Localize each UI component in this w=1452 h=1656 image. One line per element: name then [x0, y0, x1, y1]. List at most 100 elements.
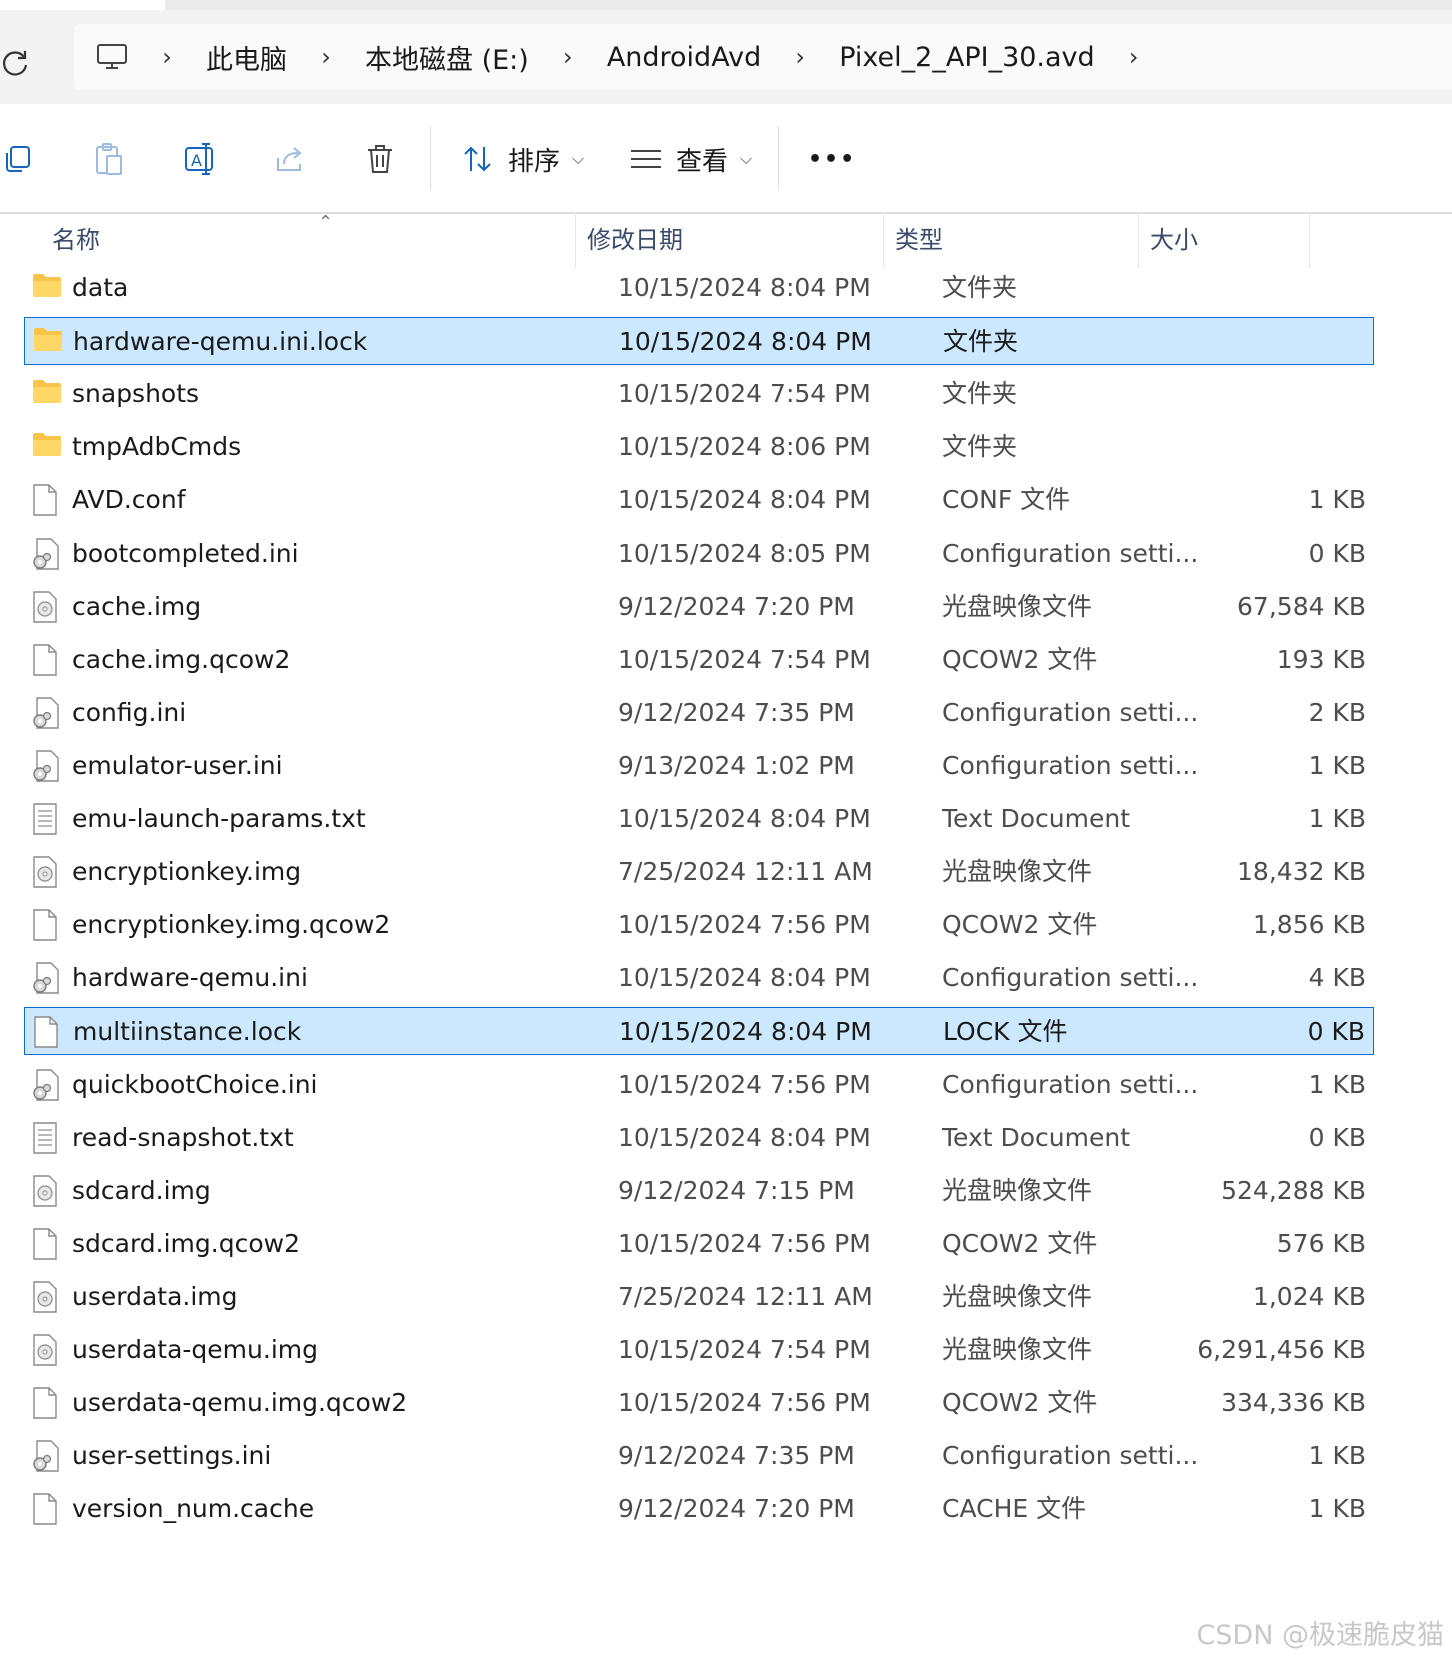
more-options-button[interactable]: •••: [808, 134, 856, 184]
file-row[interactable]: sdcard.img 9/12/2024 7:15 PM 光盘映像文件 524,288…: [24, 1167, 1374, 1215]
breadcrumb-item[interactable]: 本地磁盘 (E:): [365, 38, 529, 77]
file-row[interactable]: config.ini 9/12/2024 7:35 PM Configuration…: [24, 689, 1374, 737]
column-header-type[interactable]: 类型: [881, 212, 1137, 268]
file-type: Configuration setti...: [942, 1441, 1199, 1471]
file-type: 光盘映像文件: [942, 591, 1093, 621]
file-row[interactable]: bootcompleted.ini 10/15/2024 8:05 PM Confi…: [24, 530, 1374, 578]
column-header-date[interactable]: 修改日期: [573, 212, 883, 268]
share-button[interactable]: [274, 134, 306, 184]
file-name: bootcompleted.ini: [72, 538, 299, 568]
file-name: encryptionkey.img.qcow2: [72, 910, 391, 940]
file-type: QCOW2 文件: [942, 1388, 1098, 1418]
settings-file-icon: [32, 750, 62, 782]
file-row[interactable]: data 10/15/2024 8:04 PM 文件夹: [24, 264, 1374, 312]
file-row[interactable]: cache.img 9/12/2024 7:20 PM 光盘映像文件 67,584 K…: [24, 583, 1374, 631]
file-date: 10/15/2024 8:04 PM: [619, 327, 872, 357]
breadcrumb: › 此电脑 › 本地磁盘 (E:) › AndroidAvd › Pixel_2…: [96, 24, 1173, 90]
file-type: Configuration setti...: [942, 750, 1199, 780]
file-row[interactable]: userdata.img 7/25/2024 12:11 AM 光盘映像文件 1,02…: [24, 1273, 1374, 1321]
file-name: sdcard.img.qcow2: [72, 1228, 300, 1258]
file-row[interactable]: emu-launch-params.txt 10/15/2024 8:04 PM T…: [24, 795, 1374, 843]
sort-button[interactable]: 排序 ⌵: [462, 134, 584, 184]
file-icon: [32, 1493, 62, 1525]
file-name: hardware-qemu.ini: [72, 963, 308, 993]
this-pc-icon[interactable]: [96, 43, 128, 71]
chevron-right-icon[interactable]: ›: [128, 43, 206, 71]
chevron-right-icon[interactable]: ›: [287, 43, 365, 71]
view-list-icon: [631, 150, 661, 168]
file-row[interactable]: hardware-qemu.ini.lock 10/15/2024 8:04 PM…: [24, 317, 1374, 366]
file-size: 1 KB: [1308, 1069, 1366, 1099]
file-size: 576 KB: [1276, 1228, 1366, 1258]
file-date: 10/15/2024 7:56 PM: [618, 910, 871, 940]
file-icon: [32, 1387, 62, 1419]
disc-image-icon: [32, 590, 62, 623]
file-row[interactable]: snapshots 10/15/2024 7:54 PM 文件夹: [24, 370, 1374, 418]
file-row[interactable]: cache.img.qcow2 10/15/2024 7:54 PM QCOW2 文…: [24, 636, 1374, 684]
column-divider[interactable]: [1309, 212, 1310, 268]
view-button[interactable]: 查看 ⌵: [630, 134, 752, 184]
file-name: snapshots: [72, 379, 200, 409]
file-date: 10/15/2024 8:04 PM: [618, 804, 871, 833]
file-row[interactable]: sdcard.img.qcow2 10/15/2024 7:56 PM QCOW2 …: [24, 1220, 1374, 1268]
file-type: QCOW2 文件: [942, 644, 1098, 674]
file-row[interactable]: read-snapshot.txt 10/15/2024 8:04 PM Text …: [24, 1114, 1374, 1162]
file-row[interactable]: user-settings.ini 9/12/2024 7:35 PM Config…: [24, 1432, 1374, 1480]
file-row[interactable]: userdata-qemu.img.qcow2 10/15/2024 7:56 P…: [24, 1379, 1374, 1427]
file-size: 1 KB: [1308, 1441, 1366, 1471]
file-name: AVD.conf: [72, 485, 186, 515]
file-date: 9/12/2024 7:15 PM: [618, 1175, 855, 1205]
file-row[interactable]: emulator-user.ini 9/13/2024 1:02 PM Config…: [24, 742, 1374, 790]
breadcrumb-item[interactable]: Pixel_2_API_30.avd: [839, 42, 1094, 73]
paste-button[interactable]: [94, 134, 124, 184]
file-name: sdcard.img: [72, 1175, 211, 1205]
file-name: userdata.img: [72, 1281, 238, 1311]
file-row[interactable]: encryptionkey.img.qcow2 10/15/2024 7:56 P…: [24, 901, 1374, 949]
file-name: user-settings.ini: [72, 1441, 272, 1471]
refresh-icon[interactable]: [0, 48, 32, 80]
file-row[interactable]: userdata-qemu.img 10/15/2024 7:54 PM 光盘映像文…: [24, 1326, 1374, 1374]
folder-icon: [33, 326, 63, 358]
trash-icon: [368, 145, 392, 173]
disc-image-icon: [32, 856, 62, 888]
file-type: 光盘映像文件: [942, 1281, 1093, 1311]
file-row[interactable]: multiinstance.lock 10/15/2024 8:04 PM LOCK…: [24, 1007, 1374, 1056]
file-row[interactable]: AVD.conf 10/15/2024 8:04 PM CONF 文件 1 KB: [24, 476, 1374, 524]
chevron-right-icon[interactable]: ›: [529, 43, 607, 71]
file-type: Text Document: [942, 1122, 1131, 1152]
file-date: 7/25/2024 12:11 AM: [618, 1281, 873, 1311]
chevron-right-icon[interactable]: ›: [761, 43, 839, 71]
sort-icon: [464, 146, 491, 172]
file-name: multiinstance.lock: [73, 1017, 302, 1047]
file-date: 10/15/2024 8:04 PM: [618, 963, 871, 993]
text-file-icon: [32, 1121, 62, 1154]
column-header-row: 名称 修改日期 类型 大小: [0, 212, 1452, 268]
breadcrumb-item[interactable]: AndroidAvd: [607, 42, 761, 73]
file-type: 文件夹: [942, 273, 1018, 302]
file-size: 0 KB: [1307, 1017, 1365, 1047]
file-date: 10/15/2024 7:54 PM: [618, 379, 871, 409]
file-type: Configuration setti...: [942, 963, 1199, 993]
column-header-size[interactable]: 大小: [1136, 212, 1308, 268]
delete-button[interactable]: [366, 134, 394, 184]
column-header-name[interactable]: 名称: [38, 212, 574, 268]
file-size: 0 KB: [1308, 538, 1366, 568]
file-type: 光盘映像文件: [942, 1175, 1093, 1205]
text-file-icon: [32, 803, 62, 835]
file-row[interactable]: encryptionkey.img 7/25/2024 12:11 AM 光盘映像文…: [24, 848, 1374, 896]
file-row[interactable]: quickbootChoice.ini 10/15/2024 7:56 PM Con…: [24, 1061, 1374, 1109]
copy-button[interactable]: [2, 134, 32, 184]
file-type: Configuration setti...: [942, 1069, 1199, 1099]
settings-file-icon: [32, 962, 62, 994]
file-row[interactable]: hardware-qemu.ini 10/15/2024 8:04 PM Confi…: [24, 954, 1374, 1002]
settings-file-icon: [32, 1068, 62, 1101]
chevron-right-icon[interactable]: ›: [1095, 43, 1173, 71]
file-row[interactable]: version_num.cache 9/12/2024 7:20 PM CACHE …: [24, 1485, 1374, 1533]
sort-ascending-icon: ⌃: [318, 212, 334, 233]
breadcrumb-item[interactable]: 此电脑: [206, 38, 287, 77]
file-size: 1 KB: [1308, 485, 1366, 515]
file-size: 1 KB: [1308, 750, 1366, 780]
rename-button[interactable]: A: [184, 134, 218, 184]
file-row[interactable]: tmpAdbCmds 10/15/2024 8:06 PM 文件夹: [24, 423, 1374, 471]
chevron-down-icon: ⌵: [740, 149, 753, 168]
